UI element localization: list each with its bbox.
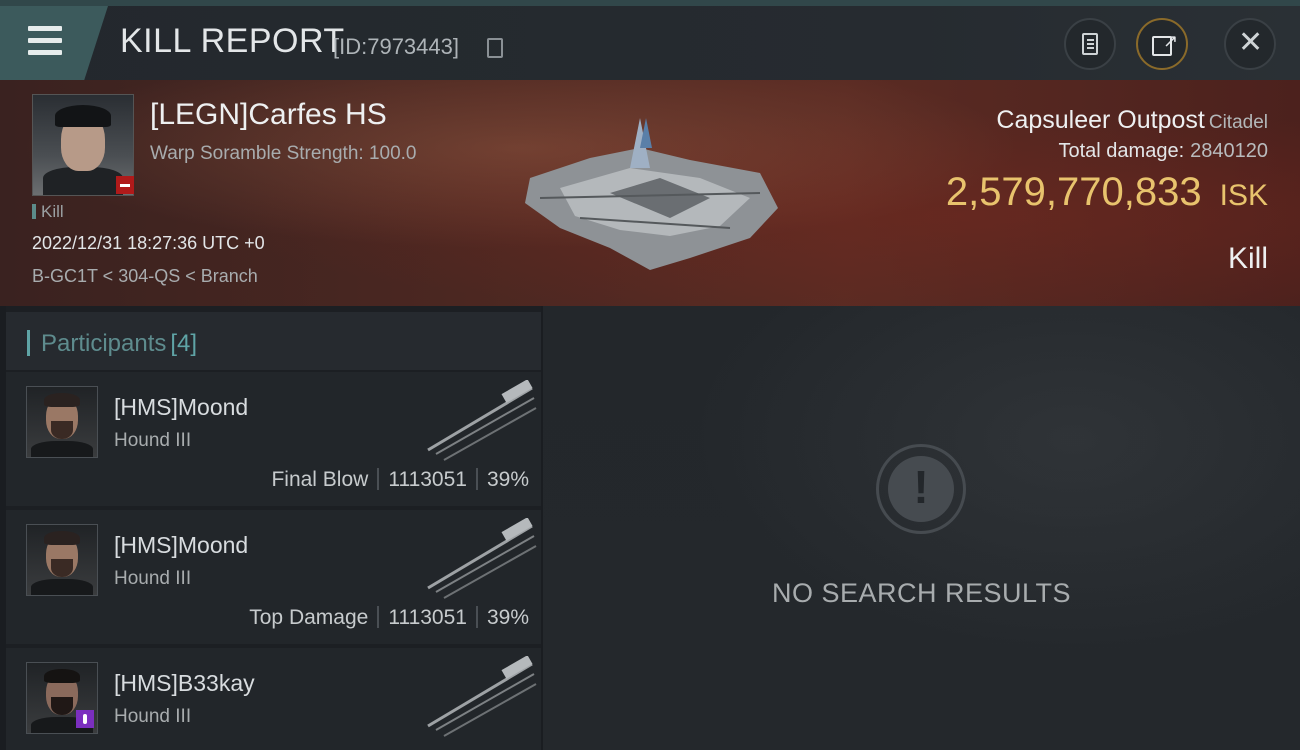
participant-damage: 1113051 bbox=[388, 468, 467, 491]
clipboard-icon bbox=[1082, 33, 1098, 55]
participant-ship: Hound III bbox=[114, 430, 192, 451]
page-title: KILL REPORT bbox=[120, 22, 345, 60]
weapon-icon bbox=[427, 380, 537, 461]
participant-name: [HMS]Moond bbox=[114, 532, 249, 558]
target-type: Capsuleer Outpost Citadel bbox=[996, 106, 1268, 134]
search-results-panel: ! NO SEARCH RESULTS bbox=[543, 306, 1300, 750]
weapon-icon bbox=[427, 656, 537, 737]
no-results-message: NO SEARCH RESULTS bbox=[771, 578, 1072, 608]
participants-header: Participants [4] bbox=[6, 312, 541, 370]
structure-image bbox=[525, 118, 778, 270]
clipboard-button[interactable] bbox=[1064, 18, 1116, 70]
kill-timestamp: 2022/12/31 18:27:36 UTC +0 bbox=[32, 233, 265, 253]
participant-avatar[interactable] bbox=[26, 386, 98, 458]
participant-row[interactable]: [HMS]Moond Hound III Top Damage 1113051 39… bbox=[6, 510, 541, 644]
corp-role-badge-icon bbox=[76, 710, 94, 728]
report-id: [ID:7973443] bbox=[333, 34, 459, 59]
participant-stats: Final Blow 1113051 39% bbox=[271, 468, 529, 492]
weapon-icon bbox=[427, 518, 537, 599]
total-damage: Total damage: 2840120 bbox=[1058, 140, 1268, 162]
participants-count: [4] bbox=[170, 330, 198, 357]
participant-ship: Hound III bbox=[114, 706, 192, 727]
exclamation-icon: ! bbox=[876, 444, 966, 534]
close-icon: ✕ bbox=[1238, 26, 1264, 59]
participant-percent: 39% bbox=[486, 606, 529, 629]
hostile-badge-icon bbox=[116, 176, 134, 194]
participant-name: [HMS]Moond bbox=[114, 394, 249, 420]
isk-value: 2,579,770,833 ISK bbox=[945, 170, 1268, 214]
victim-summary: [LEGN]Carfes HS Warp Soramble Strength: … bbox=[0, 80, 1300, 306]
participant-damage: 1113051 bbox=[388, 606, 467, 629]
close-button[interactable]: ✕ bbox=[1224, 18, 1276, 70]
kill-location[interactable]: B-GC1T < 304-QS < Branch bbox=[32, 266, 258, 287]
participant-row[interactable]: [HMS]B33kay Hound III bbox=[6, 648, 541, 750]
participant-percent: 39% bbox=[486, 468, 529, 491]
result-label: Kill bbox=[1227, 242, 1268, 275]
participant-ship: Hound III bbox=[114, 568, 192, 589]
victim-name[interactable]: [LEGN]Carfes HS bbox=[150, 98, 387, 132]
participant-name: [HMS]B33kay bbox=[114, 670, 255, 696]
participants-panel: Participants [4] [HMS]Moond Hound III Fin… bbox=[6, 306, 541, 750]
participant-row[interactable]: [HMS]Moond Hound III Final Blow 1113051 39… bbox=[6, 372, 541, 506]
header-bar: KILL REPORT [ID:7973443] ↗ ✕ bbox=[0, 6, 1300, 80]
participants-label: Participants bbox=[41, 330, 167, 357]
menu-button[interactable] bbox=[0, 6, 108, 80]
copy-icon[interactable] bbox=[487, 38, 503, 58]
participant-avatar[interactable] bbox=[26, 524, 98, 596]
participant-role: Final Blow bbox=[271, 468, 369, 491]
participant-stats: Top Damage 1113051 39% bbox=[249, 606, 529, 630]
kill-tag: Kill bbox=[32, 202, 64, 222]
participant-role: Top Damage bbox=[249, 606, 369, 629]
share-button[interactable]: ↗ bbox=[1136, 18, 1188, 70]
warp-scramble-strength: Warp Soramble Strength: 100.0 bbox=[150, 143, 417, 164]
